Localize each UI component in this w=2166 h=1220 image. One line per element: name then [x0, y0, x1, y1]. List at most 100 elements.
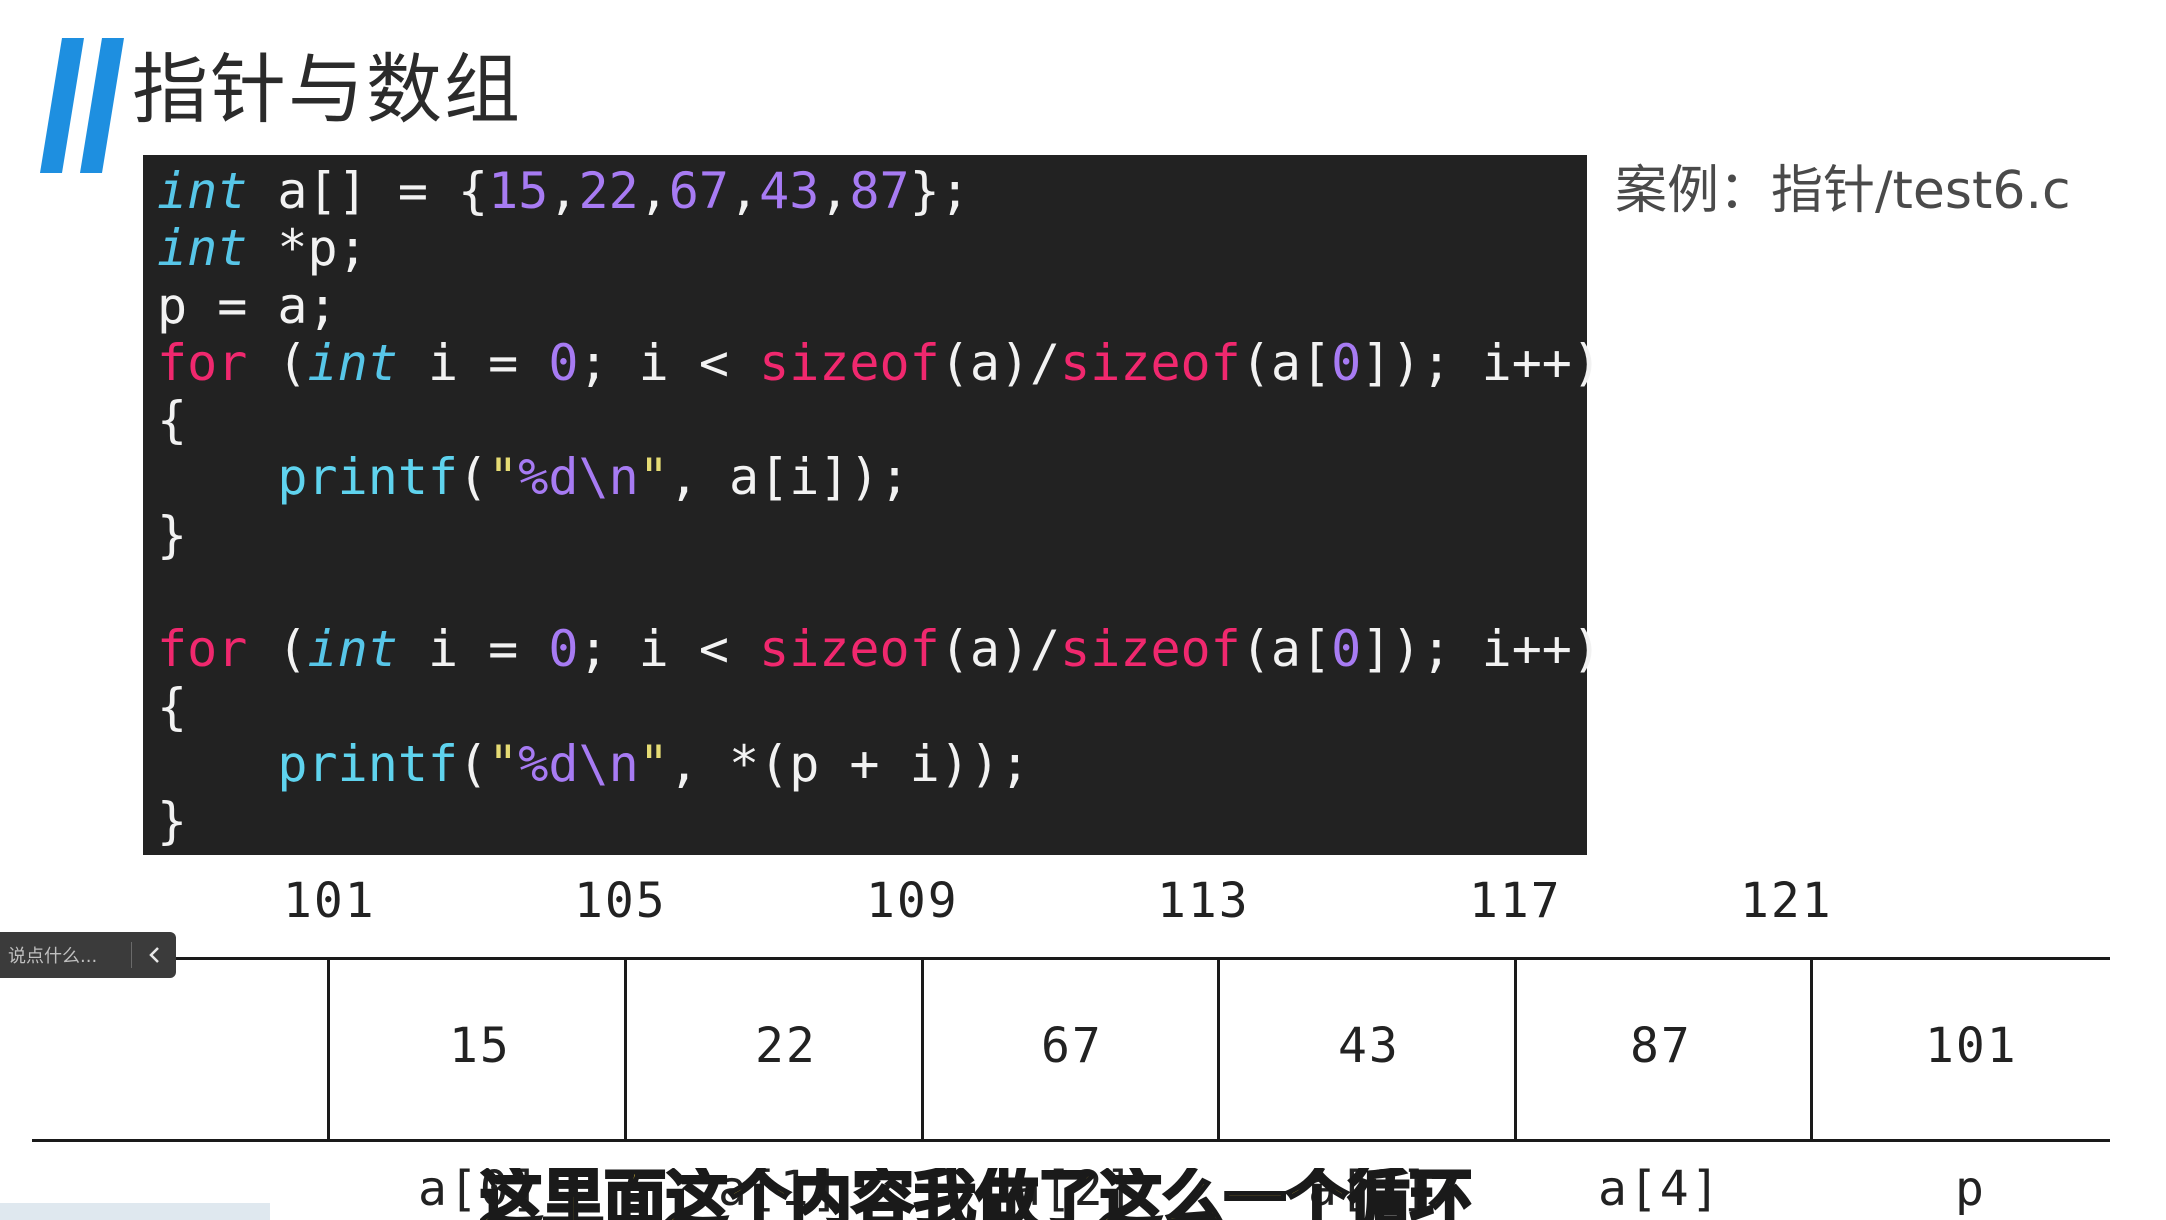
memory-cell-value: 43 — [1338, 1018, 1400, 1074]
chevron-left-icon[interactable] — [132, 932, 176, 978]
code-token: i = — [397, 333, 549, 392]
code-token: 0 — [1331, 620, 1362, 679]
code-token: ( — [458, 448, 489, 507]
code-token: ; i < — [578, 333, 760, 392]
cell-divider — [1217, 957, 1220, 1141]
code-token: } — [157, 505, 188, 564]
case-label: 案例：指针/test6.c — [1615, 161, 2071, 221]
code-line: int *p; — [157, 220, 1587, 277]
code-token: }; — [909, 162, 970, 220]
code-token: 15 — [488, 162, 549, 220]
comment-input[interactable]: 说点什么... — [0, 942, 131, 968]
code-line: } — [157, 505, 1587, 564]
code-token: p = a; — [157, 276, 338, 335]
code-token: int — [157, 162, 248, 220]
code-token: , — [548, 162, 579, 220]
code-token: { — [157, 391, 188, 450]
code-token: } — [157, 792, 188, 851]
code-token: , — [729, 162, 760, 220]
code-token: %d\n — [518, 448, 639, 507]
code-token: printf — [277, 734, 459, 793]
memory-address: 101 — [283, 873, 376, 929]
cell-divider — [327, 957, 330, 1141]
code-token: sizeof — [1060, 333, 1241, 392]
memory-cell-value: 15 — [449, 1018, 511, 1074]
code-token: (a[ — [1240, 333, 1332, 392]
code-token: ; i < — [578, 620, 760, 679]
code-token: 22 — [578, 162, 639, 220]
memory-address: 113 — [1157, 873, 1250, 929]
video-subtitle: 这里面这个内容我做了这么一个循环 — [480, 1168, 1474, 1220]
code-token: sizeof — [759, 620, 940, 679]
code-token: 0 — [548, 333, 579, 392]
code-line: for (int i = 0; i < sizeof(a)/sizeof(a[0… — [157, 333, 1602, 392]
code-token: 0 — [548, 620, 579, 679]
code-token: int — [307, 620, 398, 679]
code-token: (a[ — [1240, 620, 1332, 679]
code-token: 67 — [668, 162, 730, 220]
memory-cell-value: 22 — [755, 1018, 817, 1074]
code-token: sizeof — [759, 333, 940, 392]
code-token: (a)/ — [939, 620, 1061, 679]
code-line: { — [157, 677, 1587, 736]
code-line: printf("%d\n", *(p + i)); — [157, 734, 1587, 793]
code-token: int — [307, 333, 398, 392]
code-token: , a[i]); — [668, 448, 910, 507]
memory-cell-value: 87 — [1630, 1018, 1692, 1074]
code-line: } — [157, 793, 1587, 850]
code-line: p = a; — [157, 276, 1587, 335]
memory-address: 121 — [1740, 873, 1833, 929]
bottom-strip — [0, 1203, 270, 1220]
code-token: " — [638, 448, 669, 507]
code-token: int — [157, 219, 248, 278]
cell-divider — [921, 957, 924, 1141]
code-line: int a[] = {15,22,67,43,87}; — [157, 162, 1587, 220]
code-line: printf("%d\n", a[i]); — [157, 449, 1587, 506]
memory-address: 105 — [574, 873, 667, 929]
chevron-left-icon-glyph — [149, 947, 159, 963]
code-token: ( — [247, 333, 308, 392]
title-accent-icon — [40, 38, 124, 173]
code-token: %d\n — [518, 734, 639, 793]
code-token: sizeof — [1060, 620, 1241, 679]
code-line: for (int i = 0; i < sizeof(a)/sizeof(a[0… — [157, 620, 1602, 679]
code-token: for — [157, 620, 248, 679]
code-token: , — [638, 162, 669, 220]
code-token: i = — [397, 620, 549, 679]
memory-cell-value: 101 — [1925, 1018, 2018, 1074]
code-token: 0 — [1331, 333, 1362, 392]
memory-bottom-line — [32, 1139, 2110, 1142]
code-token: (a)/ — [939, 333, 1061, 392]
code-token: , *(p + i)); — [668, 734, 1031, 793]
code-token: printf — [277, 448, 459, 507]
cell-divider — [1514, 957, 1517, 1141]
code-token: ( — [247, 620, 308, 679]
code-token: " — [488, 734, 519, 793]
memory-cell-value: 67 — [1041, 1018, 1103, 1074]
code-token: ( — [458, 734, 489, 793]
code-line: { — [157, 392, 1587, 449]
code-token: *p; — [247, 219, 368, 278]
code-token: , — [819, 162, 850, 220]
memory-top-line — [32, 957, 2110, 960]
cell-divider — [624, 957, 627, 1141]
memory-address: 117 — [1469, 873, 1562, 929]
code-token: 87 — [849, 162, 910, 220]
cell-divider — [1810, 957, 1813, 1141]
comment-widget: 说点什么... — [0, 932, 176, 978]
memory-address: 109 — [866, 873, 959, 929]
code-token: ]); i++) — [1361, 620, 1603, 679]
memory-cell-label: p — [1955, 1161, 1986, 1217]
slide-title: 指针与数组 — [132, 45, 522, 134]
code-token: { — [157, 677, 188, 736]
code-panel: int a[] = {15,22,67,43,87}; int *p; p = a;… — [143, 155, 1602, 855]
code-token: 43 — [759, 162, 820, 220]
code-token: " — [488, 448, 519, 507]
code-token: ]); i++) — [1361, 333, 1603, 392]
code-token: for — [157, 333, 248, 392]
code-token: a[] = { — [247, 162, 489, 220]
code-token: " — [638, 734, 669, 793]
